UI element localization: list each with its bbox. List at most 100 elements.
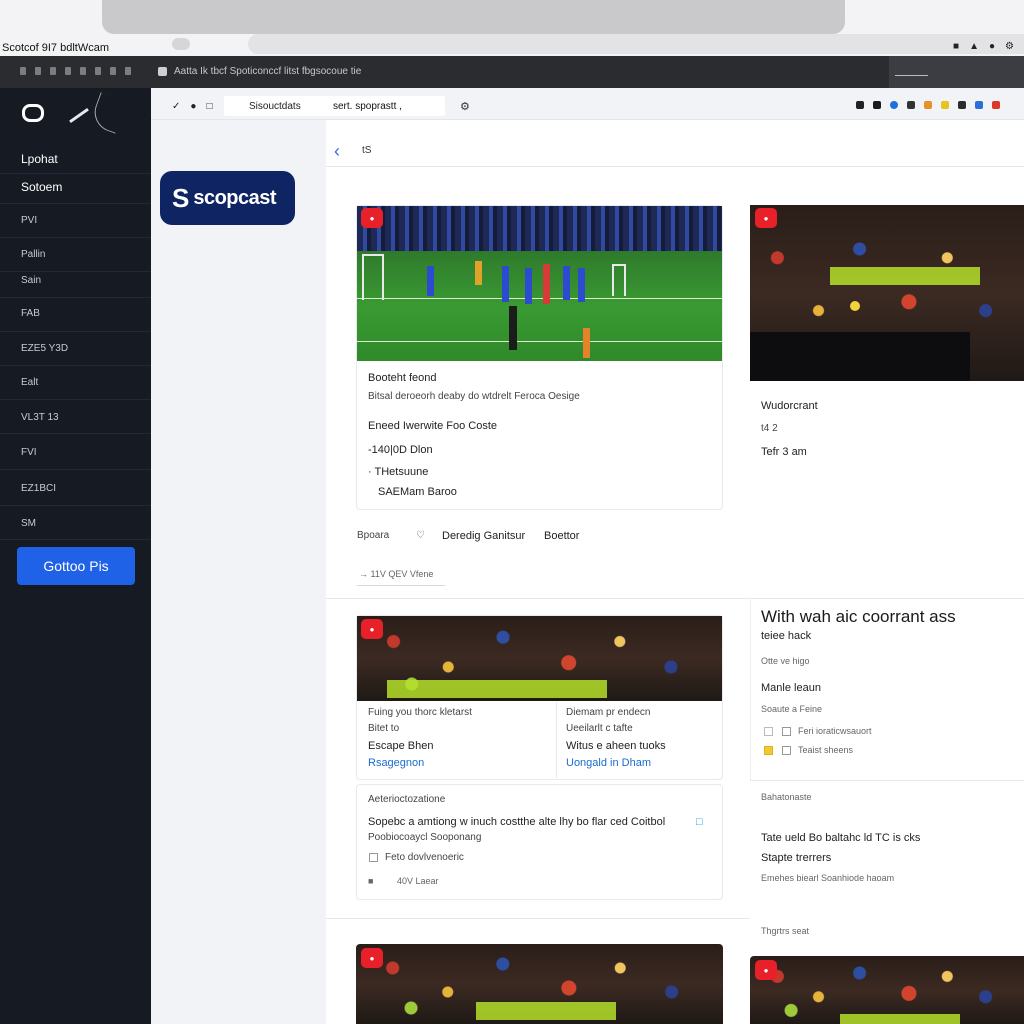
external-link-icon[interactable]: □ [696, 816, 703, 828]
column-divider [556, 702, 557, 778]
toolbar-icon[interactable] [65, 67, 71, 75]
app-logo-icon[interactable] [22, 104, 44, 122]
player [583, 328, 590, 358]
card-col2-link[interactable]: Uongald in Dham [566, 757, 651, 769]
toolbar-icon[interactable] [125, 67, 131, 75]
toolbar-icon[interactable] [110, 67, 116, 75]
crowd-stripe [357, 206, 722, 251]
back-arrow-icon[interactable]: ‹ [334, 141, 340, 162]
detail-meta: 40V Laear [397, 876, 439, 886]
sidebar-item[interactable]: Sain [0, 264, 151, 298]
live-badge: ● [755, 208, 777, 228]
sidebar-item-label: PVI [21, 215, 38, 226]
extension-icon[interactable] [924, 101, 932, 109]
checkbox[interactable] [782, 746, 791, 755]
match-photo[interactable] [357, 206, 722, 361]
player [543, 264, 550, 304]
window-title: Scotcof 9I7 bdltWcam [2, 42, 109, 54]
extension-icon[interactable] [856, 101, 864, 109]
sidebar-item-label: Sotoem [21, 180, 63, 194]
toolbar-icon[interactable] [80, 67, 86, 75]
checkbox[interactable] [369, 853, 378, 862]
side-card-title[interactable]: Wudorcrant [761, 400, 818, 412]
extension-icon[interactable] [907, 101, 915, 109]
footer-link[interactable]: → 11V QEV Vfene [359, 569, 433, 579]
sidebar-item-label: VL3T 13 [21, 412, 59, 423]
sidebar-item[interactable]: FAB [0, 298, 151, 332]
toolbar-url[interactable]: Aatta Ik tbcf Spoticonccf litst fbgsocou… [174, 66, 361, 77]
player [502, 266, 509, 302]
secondary-column [151, 88, 326, 1024]
extension-icon[interactable] [958, 101, 966, 109]
brand-logo[interactable]: S scopcast [160, 171, 295, 225]
toolbar-icon[interactable] [35, 67, 41, 75]
side-photo[interactable] [750, 205, 1024, 381]
chevron-down-icon[interactable]: ♡ [416, 530, 425, 541]
sidebar-item[interactable]: Sotoem [0, 170, 151, 204]
sidebar-item[interactable]: PVI [0, 204, 151, 238]
sidebar-item[interactable]: FVI [0, 436, 151, 470]
checkbox[interactable] [782, 727, 791, 736]
tab-icon[interactable]: □ [206, 101, 212, 112]
sidebar-item[interactable]: EZE5 Y3D [0, 332, 151, 366]
goal-right [612, 264, 626, 296]
header-divider [326, 166, 1024, 167]
extension-icon[interactable] [873, 101, 881, 109]
goal-left [362, 254, 384, 300]
player [525, 268, 532, 304]
extension-icon[interactable] [975, 101, 983, 109]
toolbar-icon[interactable] [95, 67, 101, 75]
card-col2-line: Witus e aheen tuoks [566, 740, 666, 752]
pitch-line [357, 298, 722, 299]
sidebar-item[interactable]: Ealt [0, 366, 151, 400]
side-card-meta: Tefr 3 am [761, 446, 807, 458]
toolbar-icon[interactable] [20, 67, 26, 75]
extension-icon[interactable] [890, 101, 898, 109]
pitch-line [357, 341, 722, 342]
card-title[interactable]: Booteht feond [368, 372, 437, 384]
sidebar-item[interactable]: Lpohat [0, 140, 151, 174]
window-dot [172, 38, 190, 50]
live-badge: ● [361, 619, 383, 639]
sidebar-item[interactable]: VL3T 13 [0, 400, 151, 434]
sidebar-item-label: SM [21, 518, 36, 529]
panel-line: Emehes biearl Soanhiode haoam [761, 873, 895, 883]
sidebar-item[interactable]: SM [0, 506, 151, 540]
neon-banner [840, 1014, 960, 1024]
bottom-photo[interactable] [356, 944, 723, 1024]
player [427, 266, 434, 296]
circle-icon[interactable]: ● [989, 41, 995, 52]
bottom-photo[interactable] [750, 956, 1024, 1024]
gear-icon[interactable]: ⚙ [1005, 41, 1014, 52]
card-line: SAEMam Baroo [378, 486, 457, 498]
checkbox[interactable] [764, 727, 773, 736]
checkbox[interactable] [764, 746, 773, 755]
card-col1-line: Escape Bhen [368, 740, 434, 752]
sidebar-cta-button[interactable]: Gottoo Pis [17, 547, 135, 585]
card-col1-line: Bitet to [368, 723, 400, 734]
sidebar-item-label: Sain [21, 275, 42, 286]
lock-icon[interactable]: ■ [953, 41, 959, 52]
footer-tab[interactable]: Boettor [544, 530, 579, 542]
footer-tab[interactable]: Bpoara [357, 530, 389, 541]
window-tab-shape [102, 0, 845, 34]
folder-icon[interactable]: ▲ [969, 41, 979, 52]
address-search-text[interactable]: sert. spoprastt , [333, 101, 402, 112]
player [578, 268, 585, 302]
panel-label: Manle leaun [761, 682, 821, 694]
settings-icon[interactable]: ⚙ [460, 100, 470, 113]
live-badge: ● [361, 208, 383, 228]
toolbar-menu-icon[interactable] [895, 75, 928, 76]
toolbar-icon[interactable] [50, 67, 56, 75]
sidebar-item[interactable]: EZ1BCI [0, 472, 151, 506]
address-url[interactable]: Sisouctdats [249, 101, 301, 112]
panel-footer: Thgrtrs seat [761, 926, 810, 936]
extension-icon[interactable] [941, 101, 949, 109]
card-col1-link[interactable]: Rsagegnon [368, 757, 424, 769]
crowd-photo[interactable] [357, 616, 722, 701]
footer-tab[interactable]: Deredig Ganitsur [442, 530, 525, 542]
extension-icon[interactable] [992, 101, 1000, 109]
cursor-icon[interactable]: ✓ [172, 101, 180, 112]
header-crumb: tS [362, 145, 372, 156]
profile-icon[interactable]: ● [190, 101, 196, 112]
